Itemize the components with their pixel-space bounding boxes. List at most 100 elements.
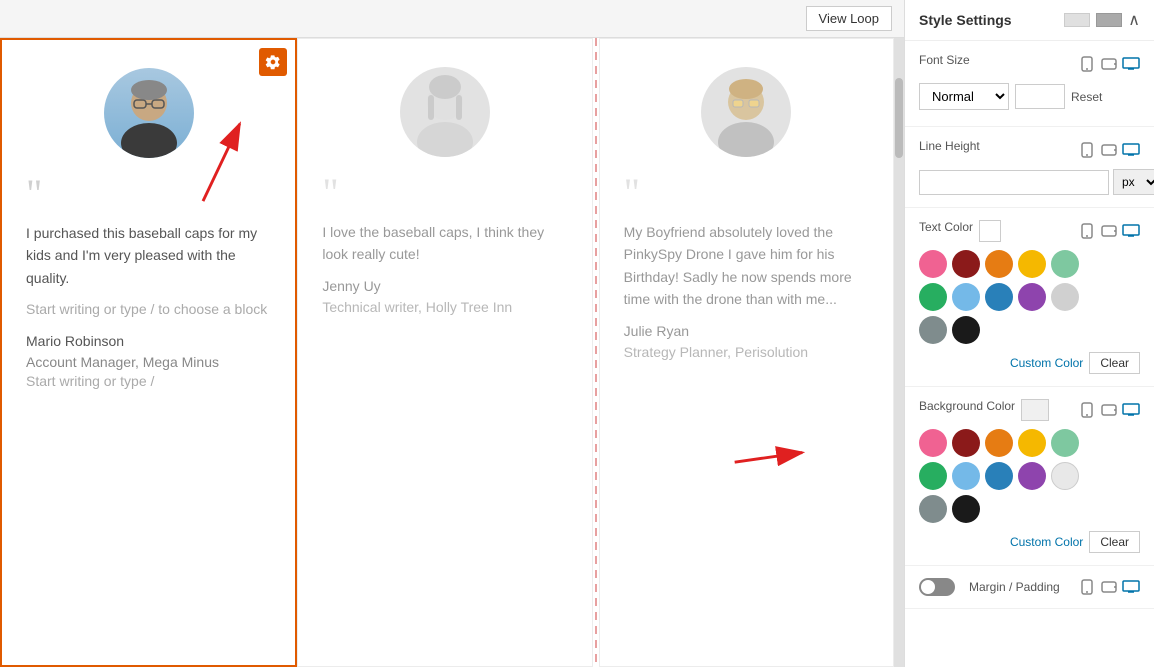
desktop-icon-4[interactable] [1122, 401, 1140, 419]
desktop-icon-3[interactable] [1122, 222, 1140, 240]
font-size-reset-button[interactable]: Reset [1071, 90, 1102, 104]
text-color-clear-button[interactable]: Clear [1089, 352, 1140, 374]
gear-icon [265, 54, 281, 70]
avatar-container-3 [624, 67, 869, 157]
tablet-icon-5[interactable] [1100, 578, 1118, 596]
mobile-icon-5[interactable] [1078, 578, 1096, 596]
collapse-panel-button[interactable]: ∧ [1128, 10, 1140, 30]
line-height-input[interactable] [919, 170, 1109, 195]
bg-color-blue[interactable] [985, 462, 1013, 490]
tablet-icon-4[interactable] [1100, 401, 1118, 419]
author-name-3: Julie Ryan [624, 323, 869, 339]
text-color-lightgray[interactable] [1051, 283, 1079, 311]
line-height-section: Line Height px em % Reset [905, 127, 1154, 208]
view-loop-button[interactable]: View Loop [806, 6, 892, 31]
view-loop-bar: View Loop [0, 0, 904, 38]
text-color-lightgreen[interactable] [1051, 250, 1079, 278]
avatar-3 [701, 67, 791, 157]
testimonial-text-1: I purchased this baseball caps for my ki… [26, 222, 271, 289]
text-color-lightblue[interactable] [952, 283, 980, 311]
line-height-unit-select[interactable]: px em % [1113, 169, 1154, 195]
author-title-1: Account Manager, Mega Minus [26, 353, 271, 373]
author-name-2: Jenny Uy [322, 278, 567, 294]
text-color-palette [919, 250, 1140, 344]
text-color-black[interactable] [952, 316, 980, 344]
testimonial-card-2[interactable]: " I love the baseball caps, I think they… [297, 38, 592, 667]
avatar-container-1 [26, 68, 271, 158]
person-avatar-svg-3 [701, 67, 791, 157]
bg-color-darkred[interactable] [952, 429, 980, 457]
font-size-select[interactable]: Normal Small Large Extra Large [919, 83, 1009, 110]
desktop-icon[interactable] [1122, 55, 1140, 73]
bg-color-preview[interactable] [1021, 399, 1049, 421]
testimonial-placeholder-1b[interactable]: Start writing or type / [26, 373, 271, 389]
bg-color-lightgreen[interactable] [1051, 429, 1079, 457]
avatar-container-2 [322, 67, 567, 157]
tablet-icon[interactable] [1100, 55, 1118, 73]
testimonial-text-3: My Boyfriend absolutely loved the PinkyS… [624, 221, 869, 311]
author-title-3: Strategy Planner, Perisolution [624, 343, 869, 363]
toggle-light[interactable] [1064, 13, 1090, 27]
bg-color-clear-button[interactable]: Clear [1089, 531, 1140, 553]
testimonial-text-2: I love the baseball caps, I think they l… [322, 221, 567, 266]
text-color-green[interactable] [919, 283, 947, 311]
text-color-blue[interactable] [985, 283, 1013, 311]
mobile-icon-2[interactable] [1078, 141, 1096, 159]
right-panel: Style Settings ∧ Font Size [904, 0, 1154, 667]
text-color-purple[interactable] [1018, 283, 1046, 311]
bg-color-lightgray2[interactable] [1051, 462, 1079, 490]
text-color-darkgray[interactable] [919, 316, 947, 344]
settings-gear-button[interactable] [259, 48, 287, 76]
bg-color-label: Background Color [919, 399, 1015, 413]
text-custom-color-link[interactable]: Custom Color [1010, 356, 1083, 370]
bg-color-lightblue[interactable] [952, 462, 980, 490]
font-size-section: Font Size Normal Small Large Extra Large [905, 41, 1154, 127]
text-color-orange[interactable] [985, 250, 1013, 278]
font-size-custom-input[interactable] [1015, 84, 1065, 109]
panel-header: Style Settings ∧ [905, 0, 1154, 41]
bg-color-purple[interactable] [1018, 462, 1046, 490]
bg-color-darkgray[interactable] [919, 495, 947, 523]
scrollbar[interactable] [894, 38, 904, 667]
author-name-1: Mario Robinson [26, 333, 271, 349]
avatar-1 [104, 68, 194, 158]
mobile-icon[interactable] [1078, 55, 1096, 73]
avatar-2 [400, 67, 490, 157]
mobile-icon-4[interactable] [1078, 401, 1096, 419]
testimonial-card-3[interactable]: " My Boyfriend absolutely loved the Pink… [599, 38, 894, 667]
mobile-icon-3[interactable] [1078, 222, 1096, 240]
desktop-icon-2[interactable] [1122, 141, 1140, 159]
text-color-darkred[interactable] [952, 250, 980, 278]
toggle-dark[interactable] [1096, 13, 1122, 27]
scrollbar-thumb[interactable] [895, 78, 903, 158]
margin-padding-label: Margin / Padding [969, 580, 1060, 594]
quote-mark-3: " [624, 173, 869, 213]
desktop-icon-5[interactable] [1122, 578, 1140, 596]
text-color-pink[interactable] [919, 250, 947, 278]
bg-color-section: Background Color [905, 387, 1154, 566]
margin-padding-section: Margin / Padding [905, 566, 1154, 609]
margin-padding-toggle[interactable] [919, 578, 955, 596]
tablet-icon-3[interactable] [1100, 222, 1118, 240]
testimonial-card-1[interactable]: " I purchased this baseball caps for my … [0, 38, 297, 667]
text-color-section: Text Color [905, 208, 1154, 387]
bg-color-black[interactable] [952, 495, 980, 523]
section-divider [595, 38, 597, 667]
text-color-yellow[interactable] [1018, 250, 1046, 278]
bg-custom-color-link[interactable]: Custom Color [1010, 535, 1083, 549]
author-title-2: Technical writer, Holly Tree Inn [322, 298, 567, 318]
bg-color-orange[interactable] [985, 429, 1013, 457]
line-height-label: Line Height [919, 139, 980, 153]
bg-color-pink[interactable] [919, 429, 947, 457]
text-color-label: Text Color [919, 220, 973, 234]
font-size-label: Font Size [919, 53, 970, 67]
person-avatar-svg-2 [400, 67, 490, 157]
bg-color-yellow[interactable] [1018, 429, 1046, 457]
bg-color-palette [919, 429, 1140, 523]
text-color-preview[interactable] [979, 220, 1001, 242]
testimonials-grid: " I purchased this baseball caps for my … [0, 38, 904, 667]
tablet-icon-2[interactable] [1100, 141, 1118, 159]
panel-title: Style Settings [919, 12, 1012, 28]
testimonial-placeholder-1[interactable]: Start writing or type / to choose a bloc… [26, 301, 271, 317]
bg-color-green[interactable] [919, 462, 947, 490]
